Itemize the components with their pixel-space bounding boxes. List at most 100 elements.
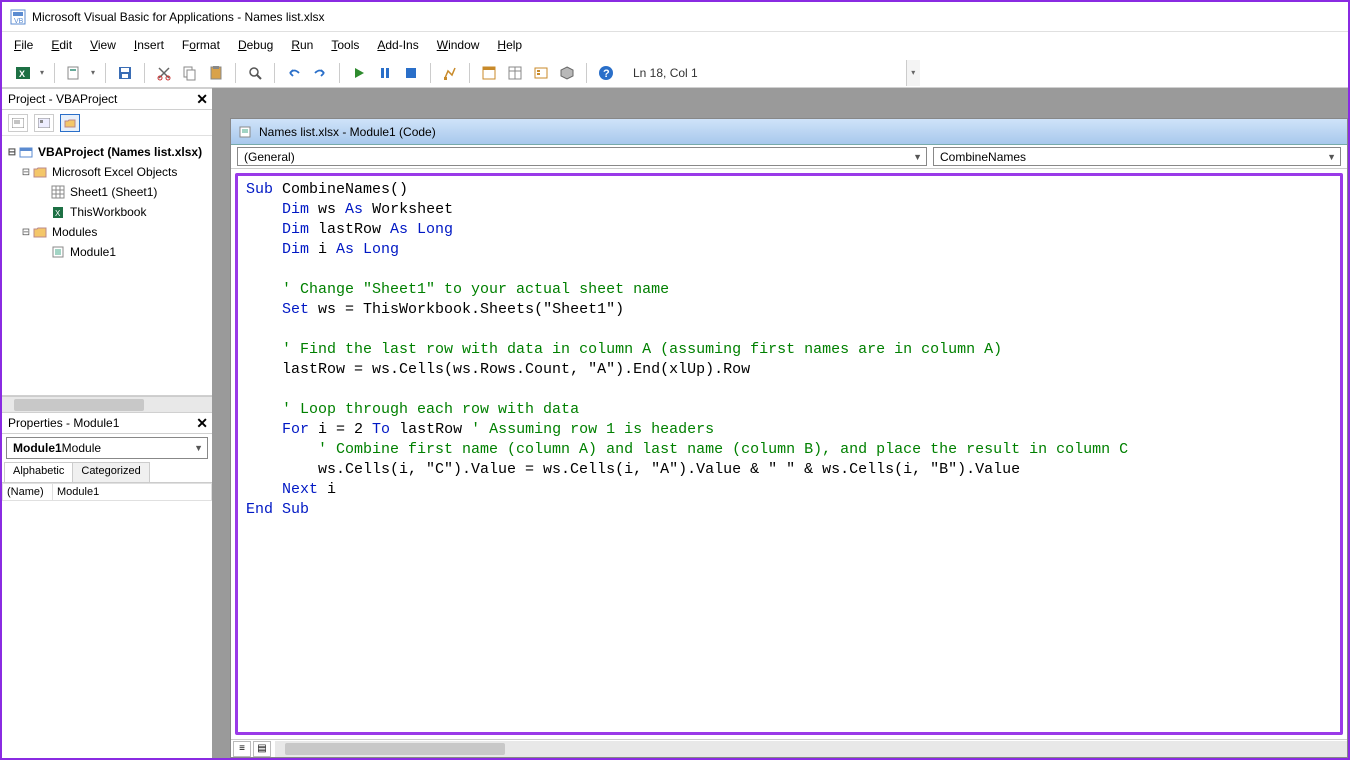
project-explorer-icon[interactable] (478, 62, 500, 84)
tree-root[interactable]: ⊟ VBAProject (Names list.xlsx) (6, 142, 208, 162)
separator (54, 63, 55, 83)
tree-sheet1-label: Sheet1 (Sheet1) (70, 185, 157, 199)
project-hscroll[interactable] (2, 396, 212, 412)
full-module-view-icon[interactable]: ▤ (253, 741, 271, 757)
tree-modules[interactable]: ⊟ Modules (6, 222, 208, 242)
separator (274, 63, 275, 83)
view-object-icon[interactable] (34, 114, 54, 132)
menu-run[interactable]: Run (291, 38, 313, 52)
tree-sheet1[interactable]: Sheet1 (Sheet1) (6, 182, 208, 202)
code-window-combos: (General) ▼ CombineNames ▼ (231, 145, 1347, 169)
tab-categorized[interactable]: Categorized (72, 462, 149, 482)
cut-icon[interactable] (153, 62, 175, 84)
toolbar-overflow[interactable]: ▾ (906, 60, 920, 86)
svg-text:VB: VB (14, 18, 24, 25)
undo-icon[interactable] (283, 62, 305, 84)
code-hscroll[interactable] (275, 741, 1347, 757)
vba-app-icon: VB (10, 9, 26, 25)
paste-icon[interactable] (205, 62, 227, 84)
code-window-footer: ≡ ▤ (231, 739, 1347, 757)
properties-combo-rest: Module (62, 441, 101, 455)
tree-thisworkbook[interactable]: X ThisWorkbook (6, 202, 208, 222)
properties-grid[interactable]: (Name) Module1 (2, 482, 212, 758)
close-icon[interactable]: ✕ (196, 415, 208, 432)
run-icon[interactable] (348, 62, 370, 84)
menu-window[interactable]: Window (437, 38, 480, 52)
tab-alphabetic[interactable]: Alphabetic (4, 462, 73, 482)
break-icon[interactable] (374, 62, 396, 84)
svg-text:X: X (55, 209, 61, 218)
toggle-folders-icon[interactable] (60, 114, 80, 132)
prop-name-value[interactable]: Module1 (53, 484, 212, 501)
svg-text:X: X (19, 69, 25, 79)
help-icon[interactable]: ? (595, 62, 617, 84)
insert-module-icon[interactable] (63, 62, 85, 84)
tree-module1[interactable]: Module1 (6, 242, 208, 262)
close-icon[interactable]: ✕ (196, 91, 208, 108)
toolbox-icon[interactable] (556, 62, 578, 84)
toolbar: X ▾ ▾ ? Ln 18, Col 1 ▾ (2, 58, 1348, 88)
menu-tools[interactable]: Tools (331, 38, 359, 52)
svg-text:?: ? (603, 68, 610, 80)
object-combo-value: (General) (244, 150, 295, 164)
view-excel-icon[interactable]: X (12, 62, 34, 84)
procedure-combo-value: CombineNames (940, 150, 1026, 164)
cursor-position: Ln 18, Col 1 (633, 66, 698, 80)
folder-icon (32, 164, 48, 180)
project-tree[interactable]: ⊟ VBAProject (Names list.xlsx) ⊟ Microso… (2, 136, 212, 396)
module-icon (50, 244, 66, 260)
separator (339, 63, 340, 83)
menu-file[interactable]: File (14, 38, 33, 52)
project-pane-title: Project - VBAProject (8, 92, 117, 106)
tree-excel-objects-label: Microsoft Excel Objects (52, 165, 177, 179)
window-title: Microsoft Visual Basic for Applications … (32, 10, 325, 24)
separator (235, 63, 236, 83)
copy-icon[interactable] (179, 62, 201, 84)
code-window: Names list.xlsx - Module1 (Code) (Genera… (230, 118, 1348, 758)
tree-modules-label: Modules (52, 225, 97, 239)
menu-edit[interactable]: Edit (51, 38, 72, 52)
separator (105, 63, 106, 83)
project-pane-header: Project - VBAProject ✕ (2, 88, 212, 110)
insert-module-dropdown[interactable]: ▾ (89, 62, 97, 84)
chevron-down-icon: ▼ (913, 152, 922, 162)
save-icon[interactable] (114, 62, 136, 84)
procedure-view-icon[interactable]: ≡ (233, 741, 251, 757)
find-icon[interactable] (244, 62, 266, 84)
reset-icon[interactable] (400, 62, 422, 84)
code-editor[interactable]: Sub CombineNames() Dim ws As Worksheet D… (235, 173, 1343, 735)
design-mode-icon[interactable] (439, 62, 461, 84)
object-browser-icon[interactable] (530, 62, 552, 84)
properties-window-icon[interactable] (504, 62, 526, 84)
code-window-titlebar[interactable]: Names list.xlsx - Module1 (Code) (231, 119, 1347, 145)
module-icon (237, 124, 253, 140)
object-combo[interactable]: (General) ▼ (237, 147, 927, 166)
prop-name-key: (Name) (3, 484, 53, 501)
procedure-combo[interactable]: CombineNames ▼ (933, 147, 1341, 166)
properties-tabs: Alphabetic Categorized (2, 462, 212, 482)
separator (430, 63, 431, 83)
menubar: File Edit View Insert Format Debug Run T… (2, 32, 1348, 58)
redo-icon[interactable] (309, 62, 331, 84)
mdi-area: Names list.xlsx - Module1 (Code) (Genera… (212, 88, 1348, 758)
properties-pane-title: Properties - Module1 (8, 416, 119, 430)
view-code-icon[interactable] (8, 114, 28, 132)
menu-help[interactable]: Help (497, 38, 522, 52)
tree-root-label: VBAProject (Names list.xlsx) (38, 145, 202, 159)
view-excel-dropdown[interactable]: ▾ (38, 62, 46, 84)
properties-pane-header: Properties - Module1 ✕ (2, 412, 212, 434)
properties-object-combo[interactable]: Module1 Module ▼ (6, 437, 208, 459)
tree-excel-objects[interactable]: ⊟ Microsoft Excel Objects (6, 162, 208, 182)
menu-debug[interactable]: Debug (238, 38, 273, 52)
menu-addins[interactable]: Add-Ins (377, 38, 418, 52)
menu-format[interactable]: Format (182, 38, 220, 52)
separator (144, 63, 145, 83)
code-window-title: Names list.xlsx - Module1 (Code) (259, 125, 436, 139)
tree-module1-label: Module1 (70, 245, 116, 259)
menu-view[interactable]: View (90, 38, 116, 52)
properties-combo-bold: Module1 (13, 441, 62, 455)
tree-thisworkbook-label: ThisWorkbook (70, 205, 146, 219)
separator (586, 63, 587, 83)
worksheet-icon (50, 184, 66, 200)
menu-insert[interactable]: Insert (134, 38, 164, 52)
